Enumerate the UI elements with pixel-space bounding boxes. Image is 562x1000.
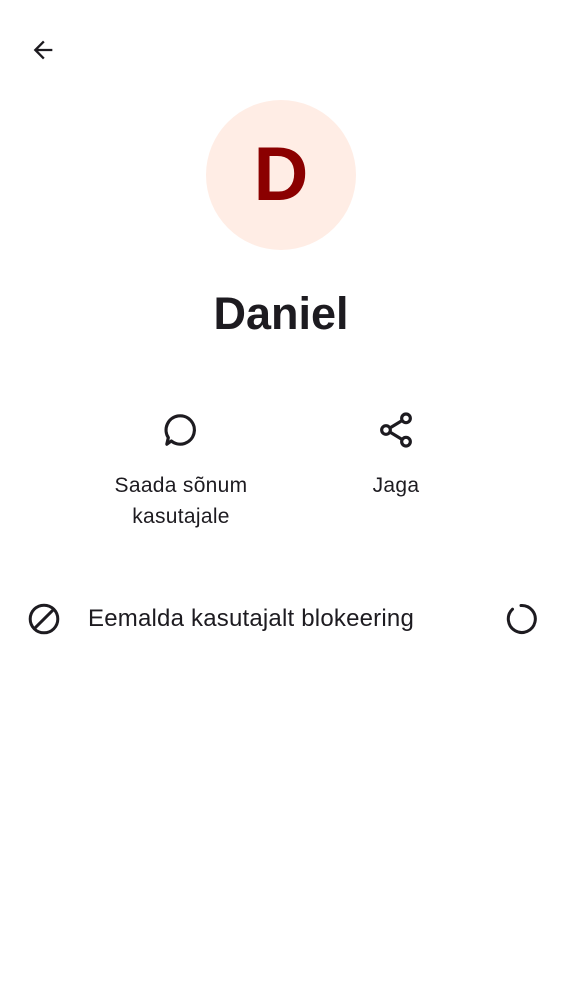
- back-button[interactable]: [19, 26, 67, 74]
- block-icon: [24, 599, 64, 639]
- arrow-back-icon: [33, 40, 53, 60]
- send-message-label: Saada sõnum kasutajale: [114, 474, 248, 528]
- contact-details-screen: D Daniel Saada sõnum kasutajale Jaga Eem…: [0, 0, 562, 1000]
- send-message-button[interactable]: Saada sõnum kasutajale: [96, 406, 266, 532]
- avatar: D: [206, 100, 356, 250]
- unblock-user-row[interactable]: Eemalda kasutajalt blokeering: [0, 588, 562, 650]
- share-button[interactable]: Jaga: [336, 406, 456, 501]
- unblock-user-label: Eemalda kasutajalt blokeering: [88, 605, 414, 632]
- share-label: Jaga: [372, 474, 420, 497]
- avatar-initial: D: [253, 132, 309, 217]
- progress-spinner-icon: [506, 603, 537, 634]
- contact-name: Daniel: [213, 288, 349, 339]
- chat-bubble-icon: [157, 406, 205, 454]
- share-icon: [372, 406, 420, 454]
